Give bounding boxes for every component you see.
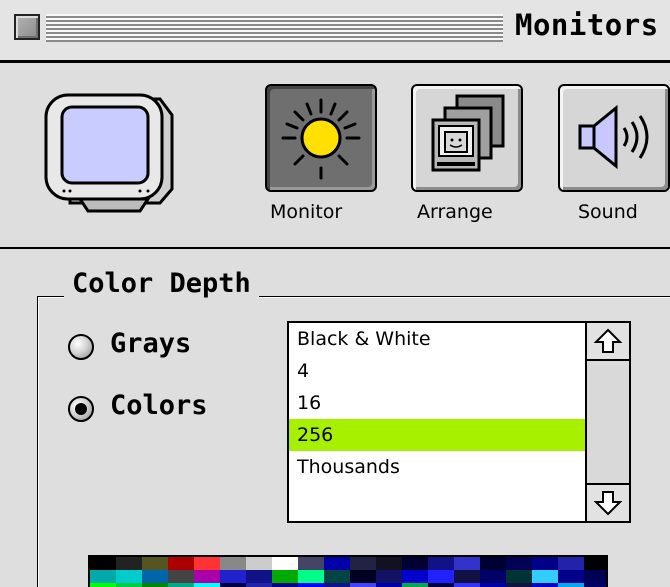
palette-swatch	[376, 557, 402, 570]
color-depth-list[interactable]: Black & White 4 16 256 Thousands	[287, 321, 631, 523]
palette-swatch	[168, 583, 194, 587]
palette-swatch	[168, 557, 194, 570]
palette-swatch	[376, 570, 402, 583]
palette-swatch	[532, 570, 558, 583]
palette-swatch	[194, 570, 220, 583]
palette-swatch	[350, 570, 376, 583]
palette-swatches	[90, 557, 606, 587]
palette-swatch	[194, 583, 220, 587]
palette-swatch	[142, 583, 168, 587]
monitor-panel-button[interactable]	[265, 84, 377, 192]
colors-radio-label[interactable]: Colors	[110, 390, 208, 421]
sun-icon	[281, 98, 361, 180]
palette-swatch	[558, 570, 584, 583]
palette-swatch	[558, 583, 584, 587]
arrange-panel-label: Arrange	[417, 201, 493, 223]
palette-swatch	[532, 557, 558, 570]
palette-swatch	[272, 570, 298, 583]
palette-swatch	[454, 557, 480, 570]
palette-swatch	[532, 583, 558, 587]
palette-swatch	[506, 583, 532, 587]
sound-panel-label: Sound	[578, 201, 638, 223]
palette-swatch	[324, 583, 350, 587]
palette-swatch	[402, 557, 428, 570]
palette-swatch	[480, 570, 506, 583]
palette-swatch	[584, 583, 606, 587]
monitor-panel-label: Monitor	[270, 201, 343, 223]
palette-swatch	[558, 557, 584, 570]
grays-radio-label[interactable]: Grays	[110, 328, 191, 359]
colors-radio[interactable]	[68, 396, 94, 422]
list-item[interactable]: 4	[289, 355, 585, 387]
list-item[interactable]: Thousands	[289, 451, 585, 483]
palette-swatch	[220, 583, 246, 587]
palette-swatch	[246, 570, 272, 583]
palette-swatch	[298, 583, 324, 587]
up-arrow-icon	[593, 328, 623, 353]
palette-swatch	[298, 570, 324, 583]
palette-swatch	[142, 570, 168, 583]
panel-toolbar: Monitor Arrange Sound	[0, 63, 670, 249]
palette-swatch	[90, 583, 116, 587]
palette-swatch	[298, 557, 324, 570]
palette-swatch	[90, 557, 116, 570]
speaker-icon	[578, 104, 649, 170]
monitor-icon	[40, 85, 190, 215]
palette-swatch	[116, 557, 142, 570]
palette-swatch	[168, 570, 194, 583]
palette-swatch	[480, 557, 506, 570]
window-title: Monitors	[515, 8, 659, 42]
palette-swatch	[194, 557, 220, 570]
palette-swatch	[272, 557, 298, 570]
palette-swatch	[402, 570, 428, 583]
list-item[interactable]: 16	[289, 387, 585, 419]
list-scrollbar[interactable]	[585, 323, 629, 521]
palette-swatch	[220, 570, 246, 583]
palette-swatch	[454, 583, 480, 587]
color-palette-preview	[88, 555, 608, 587]
palette-swatch	[246, 583, 272, 587]
palette-swatch	[584, 557, 606, 570]
color-depth-title: Color Depth	[64, 268, 259, 299]
sound-panel-button[interactable]	[558, 84, 670, 192]
palette-swatch	[376, 583, 402, 587]
palette-swatch	[116, 570, 142, 583]
list-item-selected[interactable]: 256	[289, 419, 585, 451]
palette-swatch	[350, 557, 376, 570]
list-item[interactable]: Black & White	[289, 323, 585, 355]
title-bar[interactable]: Monitors	[0, 0, 670, 63]
close-box-button[interactable]	[14, 14, 40, 40]
palette-swatch	[272, 583, 298, 587]
palette-swatch	[506, 557, 532, 570]
palette-swatch	[90, 570, 116, 583]
title-bar-stripes	[10, 14, 503, 42]
color-depth-list-items: Black & White 4 16 256 Thousands	[289, 323, 585, 521]
palette-swatch	[324, 570, 350, 583]
palette-swatch	[350, 583, 376, 587]
palette-swatch	[220, 557, 246, 570]
palette-swatch	[480, 583, 506, 587]
palette-swatch	[584, 570, 606, 583]
monitors-window: Monitors Monitor Arrange Sound Color Dep…	[0, 0, 670, 587]
scroll-up-button[interactable]	[587, 323, 629, 361]
palette-swatch	[324, 557, 350, 570]
palette-swatch	[142, 557, 168, 570]
palette-swatch	[428, 557, 454, 570]
palette-swatch	[506, 570, 532, 583]
palette-swatch	[246, 557, 272, 570]
palette-swatch	[454, 570, 480, 583]
palette-swatch	[402, 583, 428, 587]
down-arrow-icon	[593, 491, 623, 516]
palette-swatch	[428, 570, 454, 583]
arrange-displays-icon	[431, 94, 505, 172]
grays-radio[interactable]	[68, 334, 94, 360]
radio-selected-dot	[75, 403, 87, 415]
scroll-down-button[interactable]	[587, 483, 629, 521]
palette-swatch	[116, 583, 142, 587]
palette-swatch	[428, 583, 454, 587]
arrange-panel-button[interactable]	[411, 84, 523, 192]
